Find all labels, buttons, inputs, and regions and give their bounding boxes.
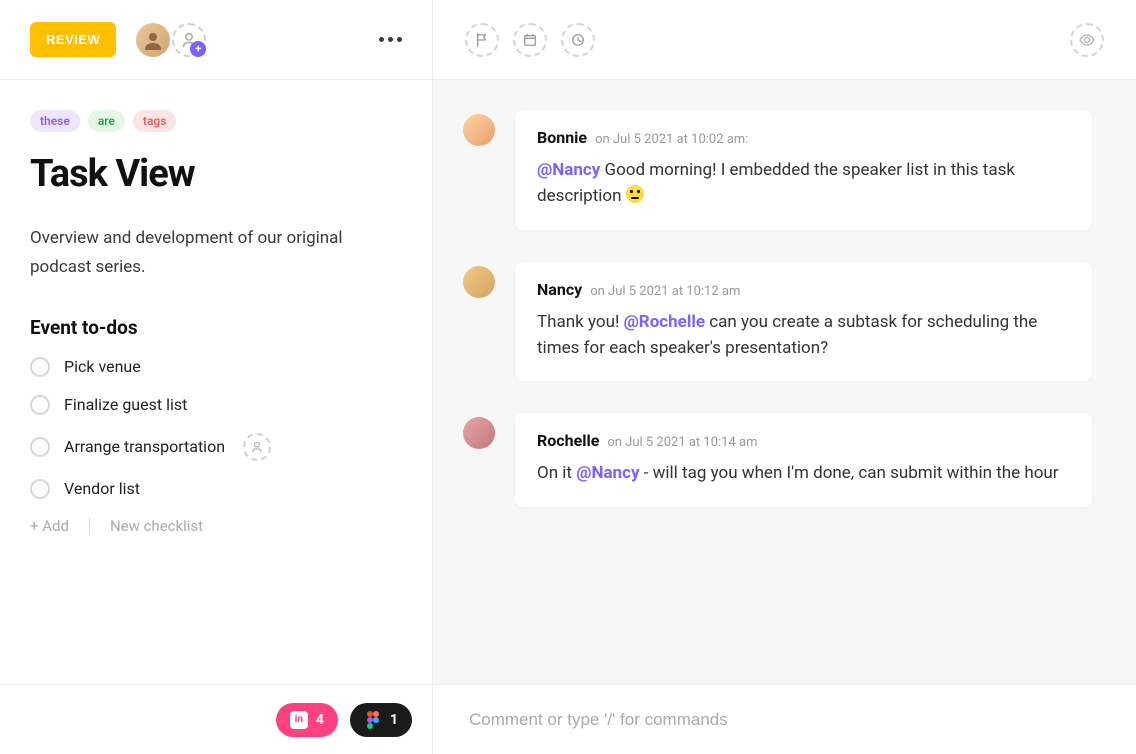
todo-checkbox[interactable] [30,479,50,499]
add-assignee-button[interactable]: + [172,23,206,57]
comment-header: Rochelle on Jul 5 2021 at 10:14 am [537,431,1070,450]
comment: Bonnie on Jul 5 2021 at 10:02 am: @Nancy G… [463,110,1092,230]
plus-icon: + [190,41,206,57]
todo-item: Vendor list [30,479,402,499]
comment-input[interactable] [469,710,1100,730]
comment: Nancy on Jul 5 2021 at 10:12 am Thank you!… [463,262,1092,382]
figma-count: 1 [390,712,398,728]
person-icon [251,441,263,453]
watch-button[interactable] [1070,23,1104,57]
right-header [433,0,1136,80]
comment-card: Bonnie on Jul 5 2021 at 10:02 am: @Nancy G… [515,110,1092,230]
todo-item: Finalize guest list [30,395,402,415]
assignee-group: + [136,23,206,57]
tag[interactable]: these [30,110,80,132]
eye-icon [1079,32,1095,48]
comment-body: On it @Nancy - will tag you when I'm don… [537,460,1070,486]
assignee-avatar[interactable] [136,23,170,57]
comment-time: on Jul 5 2021 at 10:12 am [590,284,740,299]
task-description: Overview and development of our original… [30,224,402,282]
clock-icon [571,33,585,47]
left-header-controls: REVIEW + [30,22,206,57]
review-button[interactable]: REVIEW [30,22,116,57]
comment-body: Thank you! @Rochelle can you create a su… [537,309,1070,362]
new-checklist-button[interactable]: New checklist [110,517,203,535]
tag[interactable]: are [88,110,125,132]
comment-header: Nancy on Jul 5 2021 at 10:12 am [537,280,1070,299]
invision-icon: in [290,711,308,729]
task-title: Task View [30,152,402,196]
todo-label: Arrange transportation [64,437,225,456]
calendar-icon [523,33,537,47]
person-photo-icon [143,30,163,50]
comment-card: Nancy on Jul 5 2021 at 10:12 am Thank you!… [515,262,1092,382]
checklist: Pick venue Finalize guest list Arrange tra… [30,357,402,499]
comment-avatar[interactable] [463,266,495,298]
checklist-heading: Event to-dos [30,316,402,339]
todo-checkbox[interactable] [30,357,50,377]
comment-header: Bonnie on Jul 5 2021 at 10:02 am: [537,128,1070,147]
mention[interactable]: @Rochelle [624,312,705,332]
comment-avatar[interactable] [463,417,495,449]
todo-label: Finalize guest list [64,395,187,414]
left-header: REVIEW + [0,0,432,80]
comment-avatar[interactable] [463,114,495,146]
task-body: these are tags Task View Overview and de… [0,80,432,684]
tag[interactable]: tags [133,110,176,132]
comment-author: Rochelle [537,431,599,450]
comment: Rochelle on Jul 5 2021 at 10:14 am On it @… [463,413,1092,506]
mention[interactable]: @Nancy [537,160,600,180]
figma-badge[interactable]: 1 [350,703,412,737]
more-menu-button[interactable] [379,37,402,42]
todo-item: Arrange transportation [30,433,402,461]
todo-checkbox[interactable] [30,437,50,457]
comments-list: Bonnie on Jul 5 2021 at 10:02 am: @Nancy G… [433,80,1136,684]
add-todo-button[interactable]: + Add [30,517,69,535]
comment-composer [433,684,1136,754]
time-button[interactable] [561,23,595,57]
left-panel: REVIEW + [0,0,433,754]
action-icons [465,23,595,57]
right-panel: Bonnie on Jul 5 2021 at 10:02 am: @Nancy G… [433,0,1136,754]
comment-author: Bonnie [537,128,587,147]
invision-badge[interactable]: in 4 [276,703,338,737]
smile-emoji-icon [626,185,644,203]
todo-checkbox[interactable] [30,395,50,415]
assign-bubble[interactable] [243,433,271,461]
mention[interactable]: @Nancy [576,463,639,483]
comment-time: on Jul 5 2021 at 10:02 am: [595,132,748,147]
checklist-actions: + Add New checklist [30,517,402,535]
divider [89,517,90,535]
todo-item: Pick venue [30,357,402,377]
date-button[interactable] [513,23,547,57]
left-footer: in 4 1 [0,684,432,754]
comment-time: on Jul 5 2021 at 10:14 am [607,435,757,450]
flag-button[interactable] [465,23,499,57]
invision-count: 4 [316,712,324,728]
comment-card: Rochelle on Jul 5 2021 at 10:14 am On it @… [515,413,1092,506]
comment-author: Nancy [537,280,582,299]
todo-label: Pick venue [64,357,141,376]
flag-icon [475,33,489,47]
comment-body: @Nancy Good morning! I embedded the spea… [537,157,1070,210]
todo-label: Vendor list [64,479,140,498]
figma-icon [364,711,382,729]
tags-row: these are tags [30,110,402,132]
